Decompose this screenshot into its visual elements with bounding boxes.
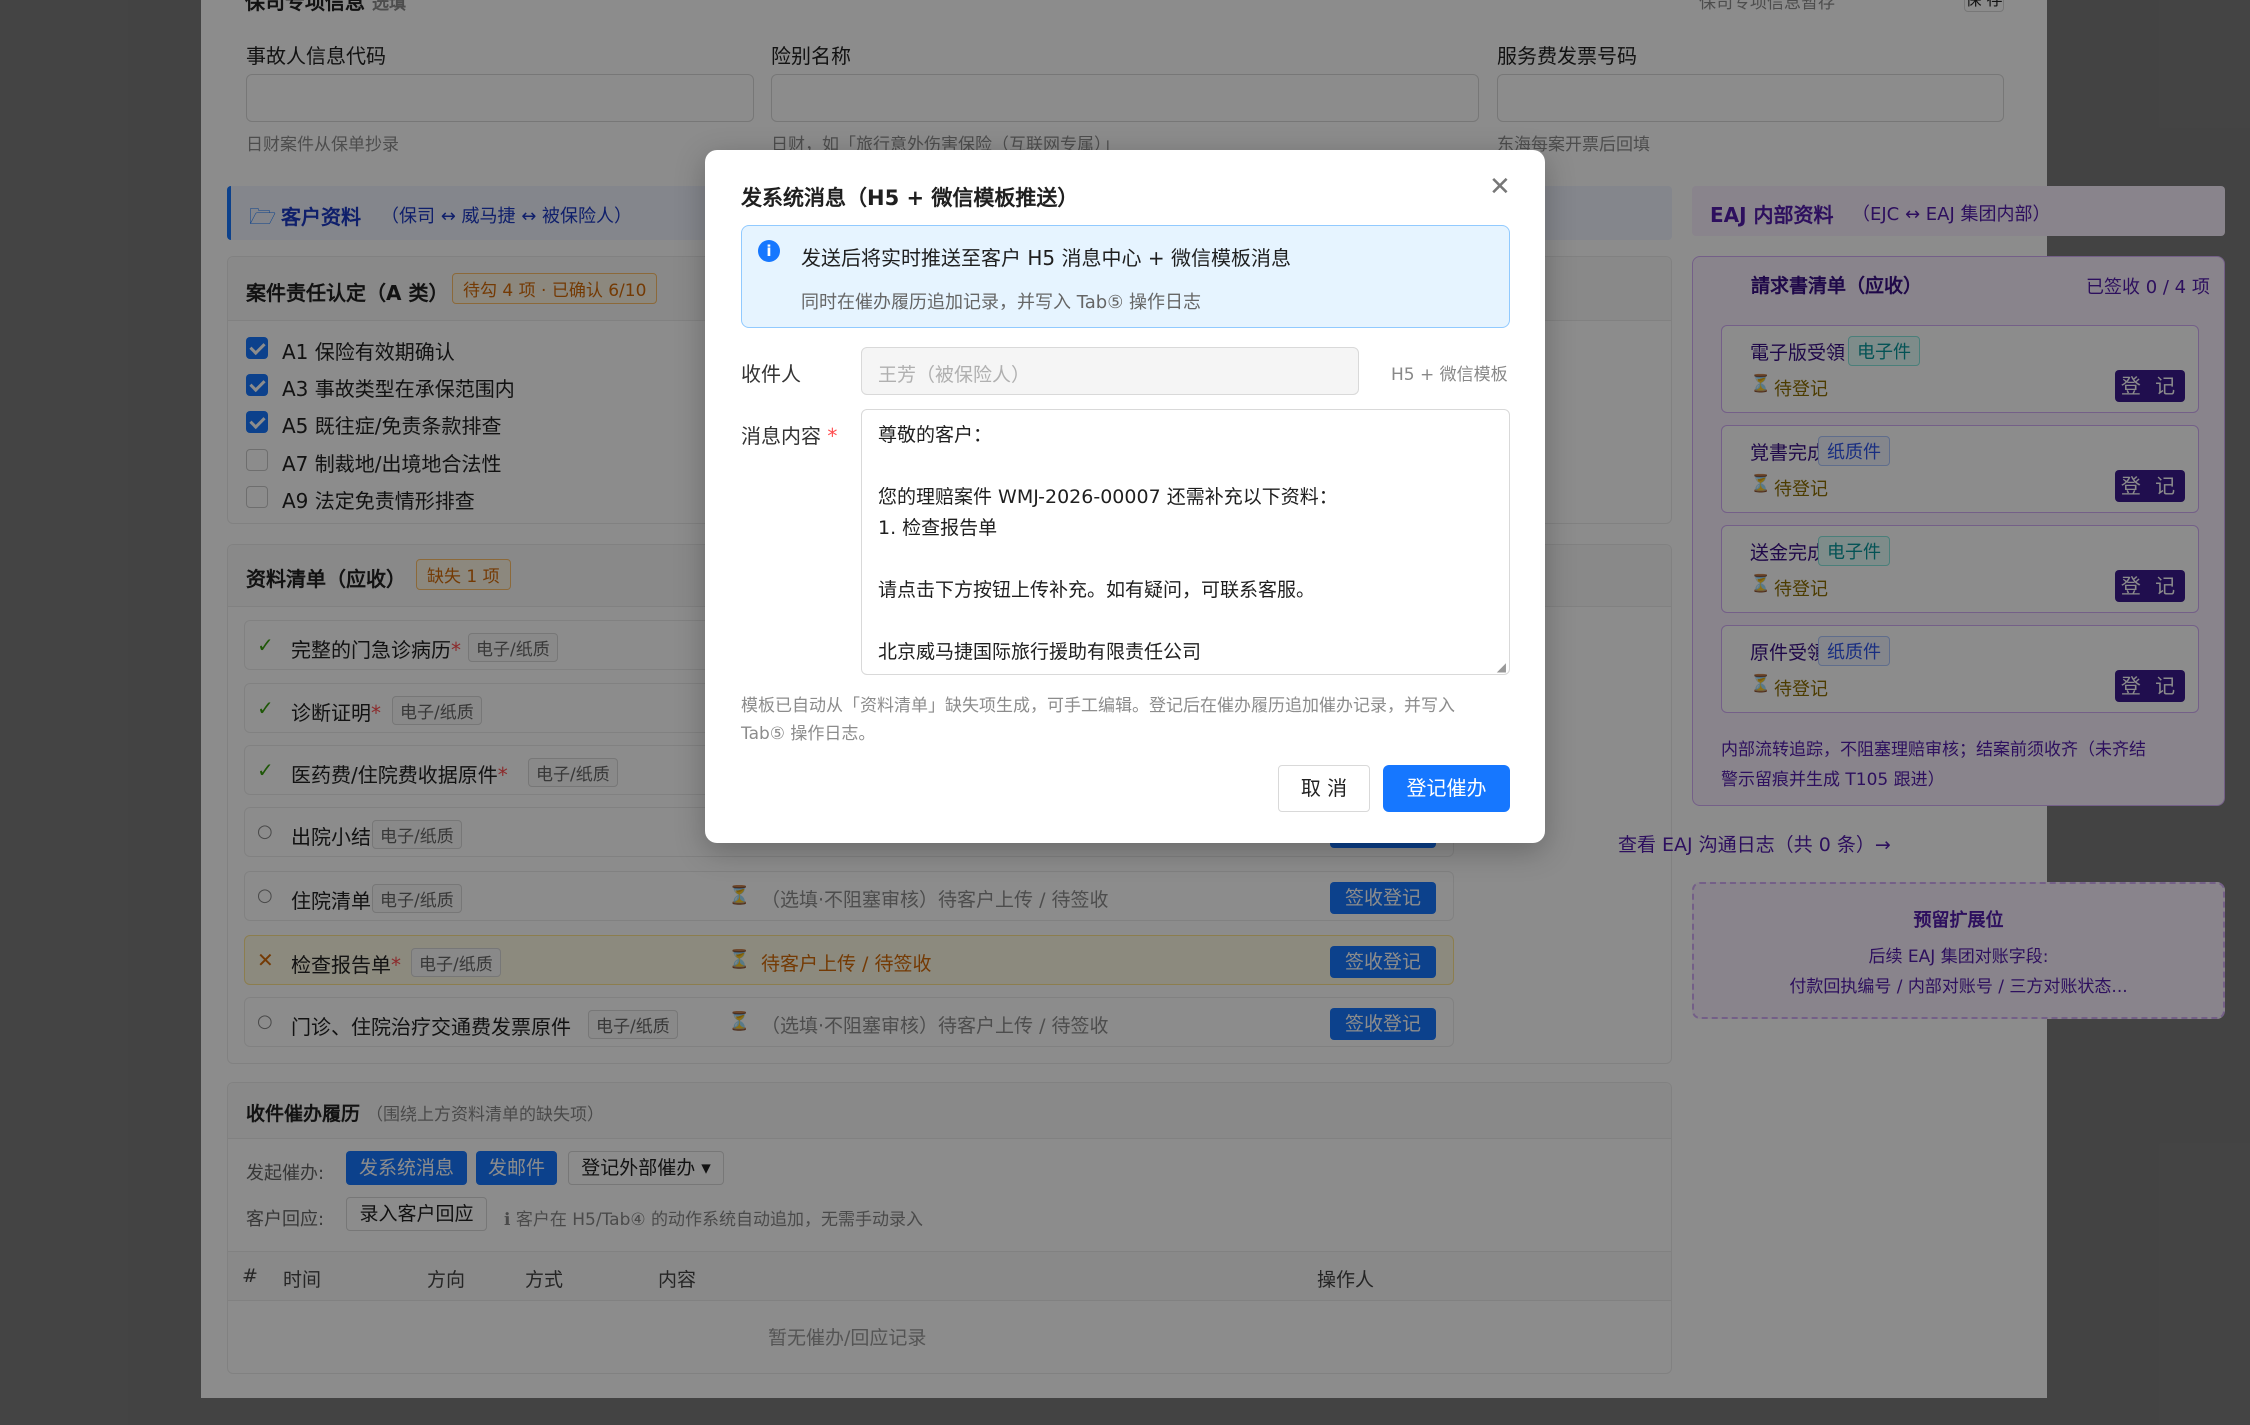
system-message-modal: 发系统消息（H5 + 微信模板推送） ✕ i 发送后将实时推送至客户 H5 消息… bbox=[705, 150, 1545, 843]
message-content-textarea[interactable]: 尊敬的客户： 您的理赔案件 WMJ-2026-00007 还需补充以下资料： 1… bbox=[861, 409, 1510, 675]
info-alert: i 发送后将实时推送至客户 H5 消息中心 + 微信模板消息 同时在催办履历追加… bbox=[741, 225, 1510, 328]
register-followup-button[interactable]: 登记催办 bbox=[1383, 765, 1510, 812]
recipient-label: 收件人 bbox=[741, 362, 801, 386]
info-title: 发送后将实时推送至客户 H5 消息中心 + 微信模板消息 bbox=[801, 246, 1291, 270]
content-label: 消息内容 * bbox=[741, 424, 838, 448]
helper-text-2: Tab⑤ 操作日志。 bbox=[741, 724, 876, 744]
modal-title: 发系统消息（H5 + 微信模板推送） bbox=[741, 186, 1079, 210]
recipient-input[interactable]: 王芳（被保险人） bbox=[861, 347, 1359, 395]
helper-text-1: 模板已自动从「资料清单」缺失项生成，可手工编辑。登记后在催办履历追加催办记录，并… bbox=[741, 696, 1455, 716]
info-icon: i bbox=[758, 240, 780, 262]
cancel-button[interactable]: 取 消 bbox=[1278, 765, 1370, 812]
recipient-channel: H5 + 微信模板 bbox=[1391, 365, 1508, 385]
resize-handle-icon[interactable]: ◢ bbox=[1497, 661, 1506, 673]
info-desc: 同时在催办履历追加记录，并写入 Tab⑤ 操作日志 bbox=[801, 292, 1202, 313]
close-icon[interactable]: ✕ bbox=[1489, 174, 1511, 200]
